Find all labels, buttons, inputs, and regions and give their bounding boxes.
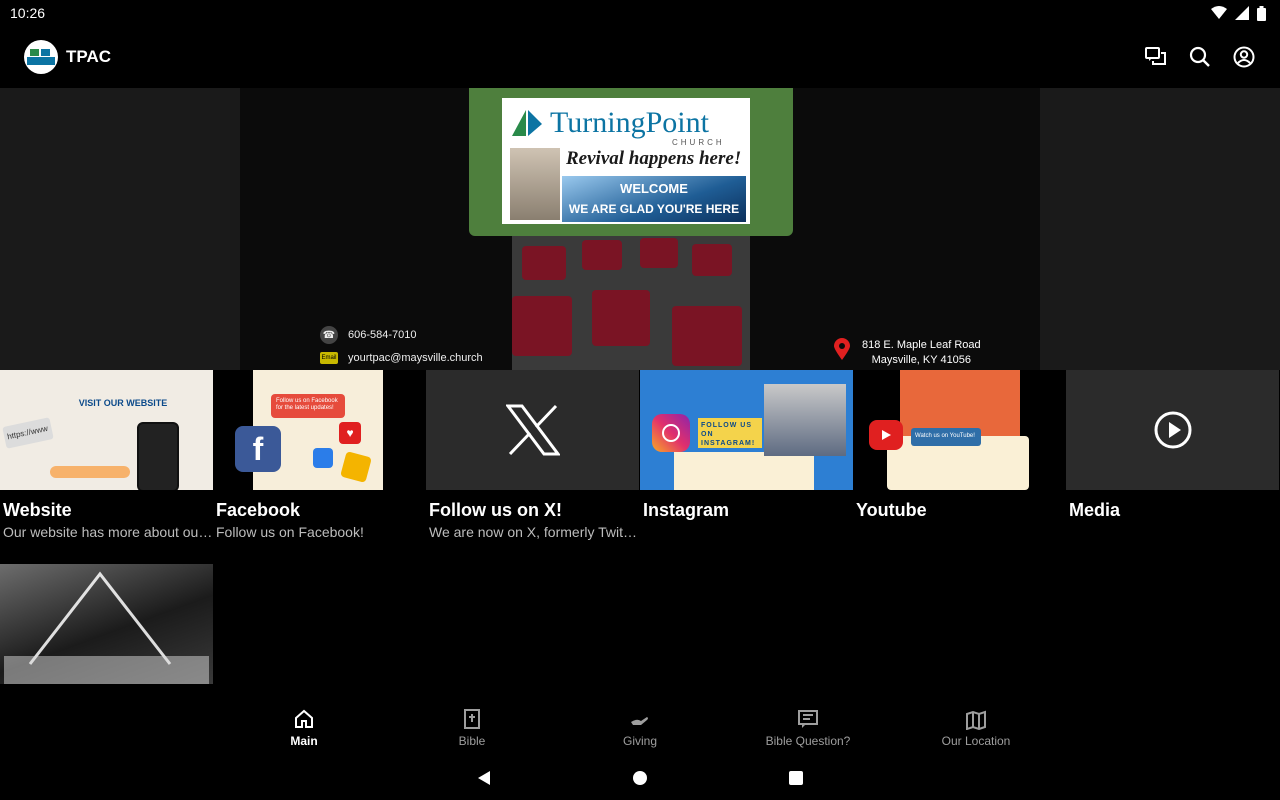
x-logo-icon — [505, 404, 560, 456]
signal-icon — [1235, 6, 1249, 20]
banner-tagline: Revival happens here! — [566, 148, 742, 169]
status-bar: 10:26 — [0, 0, 1280, 26]
card-youtube[interactable]: Watch us on YouTube! Youtube — [853, 370, 1066, 521]
website-thumbnail: VISIT OUR WEBSITE https://www — [0, 370, 213, 490]
media-thumbnail — [1066, 370, 1279, 490]
card-title: Instagram — [643, 500, 730, 520]
app-logo — [24, 40, 58, 74]
card-event[interactable] — [0, 564, 213, 684]
email-line: Email yourtpac@maysville.church — [320, 352, 483, 364]
visit-website-text: VISIT OUR WEBSITE — [78, 398, 168, 408]
app-bar: TPAC — [0, 26, 1280, 88]
recents-icon[interactable] — [788, 770, 804, 786]
phone-line: ☎ 606-584-7010 — [320, 326, 417, 344]
welcome-panel: WELCOME WE ARE GLAD YOU'RE HERE — [562, 176, 746, 222]
nav-label: Giving — [622, 734, 657, 748]
youtube-watch-text: Watch us on YouTube! — [911, 428, 981, 446]
card-title: Media — [1069, 500, 1121, 520]
turningpoint-logo-icon — [512, 110, 542, 136]
battery-icon — [1257, 5, 1266, 21]
account-icon — [1233, 46, 1255, 68]
card-subtitle: Our website has more about our… — [3, 524, 213, 540]
email-icon: Email — [320, 352, 338, 364]
status-time: 10:26 — [10, 5, 46, 21]
family-photo — [510, 148, 560, 220]
banner-logo-text: TurningPoint — [550, 106, 709, 139]
welcome-line-1: WELCOME — [620, 181, 688, 196]
banner-church-label: CHURCH — [672, 138, 725, 147]
card-subtitle: We are now on X, formerly Twitt… — [429, 524, 639, 540]
card-facebook[interactable]: Follow us on Facebook for the latest upd… — [213, 370, 426, 540]
nav-label: Main — [290, 734, 318, 748]
chat-button[interactable] — [1144, 45, 1168, 69]
home-circle-icon[interactable] — [632, 770, 648, 786]
card-media[interactable]: Media — [1066, 370, 1279, 521]
search-button[interactable] — [1188, 45, 1212, 69]
nav-item-bible-question[interactable]: Bible Question? — [724, 700, 892, 756]
mountain-graphic — [4, 571, 209, 684]
search-bar-graphic — [50, 466, 130, 478]
card-title: Facebook — [216, 500, 301, 520]
wifi-icon — [1211, 6, 1227, 19]
chat-icon — [1145, 47, 1166, 65]
facebook-thumbnail: Follow us on Facebook for the latest upd… — [213, 370, 426, 490]
play-circle-icon — [1154, 411, 1191, 449]
welcome-line-2: WE ARE GLAD YOU'RE HERE — [568, 202, 740, 216]
banner-card: TurningPoint CHURCH Revival happens here… — [502, 98, 750, 224]
card-subtitle: Follow us on Facebook! — [216, 524, 364, 540]
location-pin-icon — [834, 338, 850, 360]
home-icon — [295, 709, 313, 728]
card-title: Follow us on X! — [429, 500, 562, 520]
nav-label: Our Location — [941, 734, 1011, 748]
bible-icon — [464, 709, 480, 729]
email-address: yourtpac@maysville.church — [348, 352, 483, 364]
card-instagram[interactable]: FOLLOW US ON INSTAGRAM! Instagram — [640, 370, 853, 521]
phone-number: 606-584-7010 — [348, 329, 417, 341]
giving-icon — [631, 717, 648, 725]
heart-icon: ♥ — [339, 422, 361, 444]
instagram-follow-text: FOLLOW US ON INSTAGRAM! — [698, 418, 762, 448]
app-title: TPAC — [66, 47, 112, 66]
x-thumbnail — [426, 370, 639, 490]
instagram-logo-icon — [652, 414, 690, 452]
nav-item-bible[interactable]: Bible — [388, 700, 556, 756]
instagram-thumbnail: FOLLOW US ON INSTAGRAM! — [640, 370, 853, 490]
account-button[interactable] — [1232, 45, 1256, 69]
church-banner: TurningPoint CHURCH Revival happens here… — [469, 88, 793, 236]
nav-item-our-location[interactable]: Our Location — [892, 700, 1060, 756]
event-thumbnail — [0, 564, 213, 684]
card-x[interactable]: Follow us on X! We are now on X, formerl… — [426, 370, 639, 540]
status-icons — [1211, 5, 1266, 21]
family-photo — [764, 384, 846, 456]
phone-icon: ☎ — [320, 326, 338, 344]
message-icon — [798, 710, 818, 728]
wifi-tile-icon — [313, 448, 333, 468]
church-logo-icon — [27, 49, 55, 65]
card-title: Youtube — [856, 500, 927, 520]
youtube-thumbnail: Watch us on YouTube! — [853, 370, 1066, 490]
search-icon — [1189, 46, 1210, 67]
phone-graphic — [137, 422, 179, 490]
nav-item-main[interactable]: Main — [220, 700, 388, 756]
nav-label: Bible Question? — [765, 734, 851, 748]
nav-label: Bible — [458, 734, 486, 748]
youtube-logo-icon — [869, 420, 903, 450]
card-website[interactable]: VISIT OUR WEBSITE https://www Website Ou… — [0, 370, 213, 540]
map-icon — [966, 710, 986, 730]
facebook-logo-icon: f — [235, 426, 281, 472]
bottom-navigation: Main Bible Giving Bible Question? Our Lo… — [0, 700, 1280, 756]
instagram-notes — [674, 452, 814, 490]
nav-item-giving[interactable]: Giving — [556, 700, 724, 756]
back-icon[interactable] — [476, 770, 492, 786]
hero-image: TurningPoint CHURCH Revival happens here… — [240, 88, 1040, 370]
system-navigation — [0, 756, 1280, 800]
facebook-bubble: Follow us on Facebook for the latest upd… — [271, 394, 345, 418]
url-hint: https://www — [2, 417, 54, 449]
address-block: 818 E. Maple Leaf Road Maysville, KY 410… — [834, 338, 981, 368]
address-line-1: 818 E. Maple Leaf Road — [862, 339, 981, 351]
hero-banner[interactable]: TurningPoint CHURCH Revival happens here… — [0, 88, 1280, 370]
card-title: Website — [3, 500, 72, 520]
sanctuary-photo — [512, 236, 750, 370]
address-line-2: Maysville, KY 41056 — [871, 354, 972, 366]
